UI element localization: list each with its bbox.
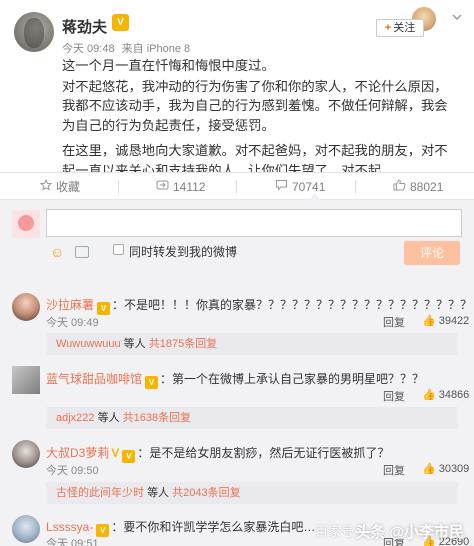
thumb-up-icon bbox=[393, 173, 406, 201]
comment-text: ：不是吧！！！你真的家暴？？？？？？？？？？？？？？？？？？ bbox=[112, 298, 473, 312]
verified-v-icon: V bbox=[111, 446, 120, 460]
comment-like-button[interactable]: 👍 30309 bbox=[422, 462, 469, 475]
sub-replies-link[interactable]: Wuwuwwuuu 等人 共1875条回复 bbox=[46, 333, 458, 355]
reply-button[interactable]: 回复 bbox=[383, 462, 405, 478]
repost-count: 14112 bbox=[173, 180, 206, 194]
post-paragraph: 对不起悠花，我冲动的行为伤害了你和你的家人，不论什么原因，我都不应该动手，我为自… bbox=[62, 78, 448, 133]
sub-reply-user[interactable]: adjx222 bbox=[56, 412, 95, 424]
post-source: 来自 iPhone 8 bbox=[121, 43, 191, 55]
watermark-baijiahao: 百家号 bbox=[314, 524, 354, 539]
repost-checkbox[interactable] bbox=[113, 244, 124, 255]
comment-like-button[interactable]: 👍 34866 bbox=[422, 388, 469, 401]
author-avatar[interactable] bbox=[14, 12, 54, 52]
commenter-name[interactable]: Lssssya- bbox=[46, 520, 93, 534]
repost-checkbox-label[interactable]: 同时转发到我的微博 bbox=[129, 243, 237, 260]
commenter-avatar[interactable] bbox=[12, 440, 40, 468]
commenter-name[interactable]: 沙拉麻薯 bbox=[46, 298, 94, 312]
image-icon[interactable] bbox=[75, 246, 89, 258]
favorite-label: 收藏 bbox=[56, 180, 81, 194]
comment-input[interactable] bbox=[46, 209, 462, 237]
post-paragraph: 这一个月一直在忏悔和悔恨中度过。 bbox=[62, 58, 275, 73]
comment-caret-icon bbox=[309, 194, 321, 201]
current-user-avatar bbox=[12, 210, 40, 238]
commenter-avatar[interactable] bbox=[12, 366, 40, 394]
divider bbox=[118, 180, 119, 194]
comment-like-count: 34866 bbox=[438, 389, 470, 401]
commenter-avatar[interactable] bbox=[12, 293, 40, 321]
commenter-name[interactable]: 大叔D3萝莉 bbox=[46, 446, 109, 460]
comment-text: ：第一个在微博上承认自己家暴的男明星吧？？？ bbox=[160, 372, 425, 386]
sub-replies-link[interactable]: 古怪的此间年少时 等人 共2043条回复 bbox=[46, 482, 458, 504]
chevron-down-icon[interactable] bbox=[452, 12, 462, 22]
like-count: 88021 bbox=[410, 180, 444, 194]
commenter-avatar[interactable] bbox=[12, 515, 40, 543]
reply-button[interactable]: 回复 bbox=[383, 388, 405, 404]
follow-label: 关注 bbox=[393, 22, 416, 34]
comment-like-button[interactable]: 👍 39422 bbox=[422, 314, 469, 327]
comment-text: ：要不你和许凯学学怎么家暴洗白吧… bbox=[111, 520, 316, 534]
follow-button[interactable]: + 关注 bbox=[376, 19, 424, 37]
vip-badge-icon: V bbox=[122, 450, 136, 463]
repost-icon bbox=[156, 173, 169, 201]
post-action-bar: 收藏 14112 70741 88021 bbox=[0, 172, 474, 200]
reply-button[interactable]: 回复 bbox=[383, 314, 405, 330]
submit-comment-button[interactable]: 评论 bbox=[404, 241, 460, 265]
post-time[interactable]: 今天 09:48 bbox=[62, 43, 115, 55]
sub-reply-prefix: 等人 bbox=[97, 412, 120, 424]
comment-time: 今天 09:50 bbox=[46, 465, 99, 477]
sub-reply-user[interactable]: 古怪的此间年少时 bbox=[56, 487, 144, 499]
star-icon bbox=[39, 173, 53, 201]
like-button[interactable]: 88021 bbox=[393, 173, 443, 201]
thumb-up-icon: 👍 bbox=[422, 463, 436, 475]
sub-reply-prefix: 等人 bbox=[123, 338, 146, 350]
watermark-toutiao: 头条 @小李市民 bbox=[355, 524, 464, 541]
comment-time: 今天 09:51 bbox=[46, 538, 99, 546]
vip-badge-icon: V bbox=[145, 376, 159, 389]
vip-badge-icon: V bbox=[97, 302, 111, 315]
comment-line: 大叔D3萝莉 V V ：是不是给女朋友割痧，然后无证行医被抓了？ bbox=[46, 444, 389, 463]
sub-reply-prefix: 等人 bbox=[147, 487, 170, 499]
comment-text: ：是不是给女朋友割痧，然后无证行医被抓了？ bbox=[137, 446, 390, 460]
post-text: 这一个月一直在忏悔和悔恨中度过。 对不起悠花，我冲动的行为伤害了你和你的家人，不… bbox=[62, 56, 454, 186]
comment-like-count: 30309 bbox=[438, 463, 470, 475]
weibo-post: 蒋劲夫 V 今天 09:48 来自 iPhone 8 + 关注 这一个月一直在忏悔… bbox=[0, 0, 474, 178]
vip-badge-icon: V bbox=[112, 14, 129, 31]
author-name[interactable]: 蒋劲夫 bbox=[62, 16, 107, 37]
sub-reply-count[interactable]: 共1875条回复 bbox=[149, 338, 217, 350]
comment-line: 蓝气球甜品咖啡馆 V ：第一个在微博上承认自己家暴的男明星吧？？？ bbox=[46, 370, 424, 389]
sub-replies-link[interactable]: adjx222 等人 共1638条回复 bbox=[46, 407, 458, 429]
sub-reply-user[interactable]: Wuwuwwuuu bbox=[56, 338, 121, 350]
repost-button[interactable]: 14112 bbox=[156, 173, 205, 201]
comment-line: 沙拉麻薯 V ：不是吧！！！你真的家暴？？？？？？？？？？？？？？？？？？ bbox=[46, 296, 472, 315]
divider bbox=[355, 180, 356, 194]
sub-reply-count[interactable]: 共1638条回复 bbox=[123, 412, 191, 424]
comment-like-count: 39422 bbox=[438, 315, 470, 327]
favorite-button[interactable]: 收藏 bbox=[39, 173, 81, 201]
thumb-up-icon: 👍 bbox=[422, 315, 436, 327]
divider bbox=[236, 180, 237, 194]
thumb-up-icon: 👍 bbox=[422, 389, 436, 401]
sub-reply-count[interactable]: 共2043条回复 bbox=[172, 487, 240, 499]
emoji-icon[interactable]: ☺ bbox=[50, 244, 64, 260]
post-meta: 今天 09:48 来自 iPhone 8 bbox=[62, 40, 194, 56]
commenter-name[interactable]: 蓝气球甜品咖啡馆 bbox=[46, 372, 142, 386]
comment-time: 今天 09:49 bbox=[46, 317, 99, 329]
plus-icon: + bbox=[384, 22, 392, 34]
comment-icon bbox=[275, 173, 288, 201]
